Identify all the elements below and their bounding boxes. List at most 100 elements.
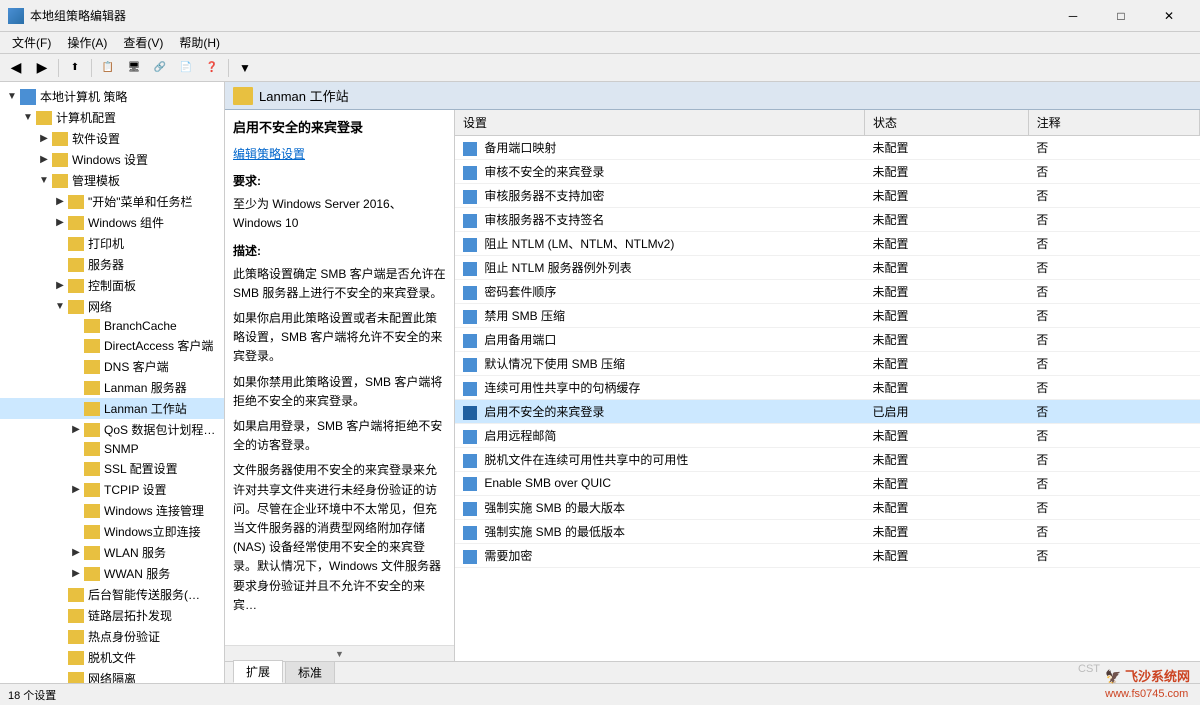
- back-button[interactable]: ◀: [4, 57, 28, 79]
- table-row[interactable]: 启用不安全的来宾登录 已启用 否: [455, 400, 1200, 424]
- menu-help[interactable]: 帮助(H): [171, 32, 228, 53]
- filter-btn[interactable]: ▼: [233, 57, 257, 79]
- tree-windows-conn-mgr[interactable]: Windows 连接管理: [0, 500, 224, 521]
- tree-wwan-toggle[interactable]: ▶: [68, 568, 84, 579]
- table-row[interactable]: 启用远程邮简 未配置 否: [455, 424, 1200, 448]
- minimize-button[interactable]: ─: [1050, 0, 1096, 32]
- properties-btn[interactable]: 📄: [174, 57, 198, 79]
- maximize-button[interactable]: □: [1098, 0, 1144, 32]
- table-row[interactable]: 审核服务器不支持加密 未配置 否: [455, 184, 1200, 208]
- tree-wlan[interactable]: ▶ WLAN 服务: [0, 542, 224, 563]
- col-header-status[interactable]: 状态: [864, 110, 1028, 136]
- tree-root-item[interactable]: ▼ 本地计算机 策略: [0, 86, 224, 107]
- col-header-settings[interactable]: 设置: [455, 110, 864, 136]
- status-bar: 18 个设置: [0, 683, 1200, 705]
- tree-sw-toggle[interactable]: ▶: [36, 133, 52, 144]
- tree-windows-hotspot[interactable]: Windows立即连接: [0, 521, 224, 542]
- tree-tcp-toggle[interactable]: ▶: [68, 484, 84, 495]
- tree-network-isolation[interactable]: 网络隔离: [0, 668, 224, 683]
- tree-snmp[interactable]: SNMP: [0, 440, 224, 458]
- table-row[interactable]: 脱机文件在连续可用性共享中的可用性 未配置 否: [455, 448, 1200, 472]
- tree-wlan-toggle[interactable]: ▶: [68, 547, 84, 558]
- table-row[interactable]: 强制实施 SMB 的最大版本 未配置 否: [455, 496, 1200, 520]
- tree-network[interactable]: ▼ 网络: [0, 296, 224, 317]
- tree-net-label: 网络: [88, 298, 112, 315]
- table-row[interactable]: 需要加密 未配置 否: [455, 544, 1200, 568]
- row-status: 未配置: [864, 208, 1028, 232]
- tree-printer[interactable]: 打印机: [0, 233, 224, 254]
- close-button[interactable]: ✕: [1146, 0, 1192, 32]
- show-hide-btn[interactable]: 📋: [96, 57, 120, 79]
- row-comment: 否: [1028, 160, 1199, 184]
- row-comment: 否: [1028, 256, 1199, 280]
- menu-action[interactable]: 操作(A): [59, 32, 115, 53]
- table-row[interactable]: 阻止 NTLM (LM、NTLM、NTLMv2) 未配置 否: [455, 232, 1200, 256]
- tree-qos[interactable]: ▶ QoS 数据包计划程…: [0, 419, 224, 440]
- settings-panel[interactable]: 设置 状态 注释 备用端口映射 未配置 否 审核不安全的来宾登录 未配置 否 审: [455, 110, 1200, 661]
- table-row[interactable]: Enable SMB over QUIC 未配置 否: [455, 472, 1200, 496]
- table-row[interactable]: 禁用 SMB 压缩 未配置 否: [455, 304, 1200, 328]
- tree-start-menu[interactable]: ▶ "开始"菜单和任务栏: [0, 191, 224, 212]
- menu-view[interactable]: 查看(V): [115, 32, 171, 53]
- tab-expand[interactable]: 扩展: [233, 660, 283, 683]
- tree-lanman-workstation[interactable]: Lanman 工作站: [0, 398, 224, 419]
- tree-cp-toggle[interactable]: ▶: [52, 280, 68, 291]
- tree-ws-toggle[interactable]: ▶: [36, 154, 52, 165]
- tree-pr-icon: [68, 237, 84, 251]
- table-row[interactable]: 启用备用端口 未配置 否: [455, 328, 1200, 352]
- up-button[interactable]: ⬆: [63, 57, 87, 79]
- policy-settings-link[interactable]: 编辑策略设置: [233, 147, 305, 161]
- tree-hotspot-auth[interactable]: 热点身份验证: [0, 626, 224, 647]
- row-icon: [463, 214, 477, 228]
- table-row[interactable]: 密码套件顺序 未配置 否: [455, 280, 1200, 304]
- table-row[interactable]: 强制实施 SMB 的最低版本 未配置 否: [455, 520, 1200, 544]
- col-header-comment[interactable]: 注释: [1028, 110, 1199, 136]
- description-text5: 文件服务器使用不安全的来宾登录来允许对共享文件夹进行未经身份验证的访问。尽管在企…: [233, 461, 446, 615]
- tree-dns-client[interactable]: DNS 客户端: [0, 356, 224, 377]
- tree-comp-toggle[interactable]: ▼: [20, 112, 36, 123]
- tree-control-panel[interactable]: ▶ 控制面板: [0, 275, 224, 296]
- desc-panel: 启用不安全的来宾登录 编辑策略设置 要求: 至少为 Windows Server…: [225, 110, 455, 645]
- tree-branch-cache[interactable]: BranchCache: [0, 317, 224, 335]
- tree-admin-templates[interactable]: ▼ 管理模板: [0, 170, 224, 191]
- tree-sv-label: 服务器: [88, 256, 124, 273]
- link-btn[interactable]: 🔗: [148, 57, 172, 79]
- desc-scroll-down[interactable]: ▼: [225, 645, 454, 661]
- tree-offline-files[interactable]: 脱机文件: [0, 647, 224, 668]
- table-row[interactable]: 审核服务器不支持签名 未配置 否: [455, 208, 1200, 232]
- toolbar-sep-3: [228, 59, 229, 77]
- forward-button[interactable]: ▶: [30, 57, 54, 79]
- tree-lanman-server[interactable]: Lanman 服务器: [0, 377, 224, 398]
- table-row[interactable]: 审核不安全的来宾登录 未配置 否: [455, 160, 1200, 184]
- tree-wwan[interactable]: ▶ WWAN 服务: [0, 563, 224, 584]
- table-row[interactable]: 连续可用性共享中的句柄缓存 未配置 否: [455, 376, 1200, 400]
- tree-software-settings[interactable]: ▶ 软件设置: [0, 128, 224, 149]
- tree-link-layer[interactable]: 链路层拓扑发现: [0, 605, 224, 626]
- table-row[interactable]: 备用端口映射 未配置 否: [455, 136, 1200, 160]
- new-window-btn[interactable]: 🖥: [122, 57, 146, 79]
- tree-server[interactable]: 服务器: [0, 254, 224, 275]
- tree-background-intelli[interactable]: 后台智能传送服务(…: [0, 584, 224, 605]
- row-status: 未配置: [864, 304, 1028, 328]
- tab-standard[interactable]: 标准: [285, 661, 335, 683]
- tree-net-toggle[interactable]: ▼: [52, 301, 68, 312]
- tree-ssl-config[interactable]: SSL 配置设置: [0, 458, 224, 479]
- tree-windows-settings[interactable]: ▶ Windows 设置: [0, 149, 224, 170]
- table-row[interactable]: 阻止 NTLM 服务器例外列表 未配置 否: [455, 256, 1200, 280]
- tree-wc-toggle[interactable]: ▶: [52, 217, 68, 228]
- tree-qos-toggle[interactable]: ▶: [68, 424, 84, 435]
- menu-file[interactable]: 文件(F): [4, 32, 59, 53]
- tree-at-toggle[interactable]: ▼: [36, 175, 52, 186]
- tree-windows-components[interactable]: ▶ Windows 组件: [0, 212, 224, 233]
- table-row[interactable]: 默认情况下使用 SMB 压缩 未配置 否: [455, 352, 1200, 376]
- tree-snmp-label: SNMP: [104, 442, 139, 456]
- help-btn[interactable]: ❓: [200, 57, 224, 79]
- tree-computer-config[interactable]: ▼ 计算机配置: [0, 107, 224, 128]
- tree-cp-icon: [68, 279, 84, 293]
- row-status: 未配置: [864, 328, 1028, 352]
- tree-root-toggle[interactable]: ▼: [4, 91, 20, 102]
- row-icon: [463, 142, 477, 156]
- tree-tcpip[interactable]: ▶ TCPIP 设置: [0, 479, 224, 500]
- tree-sm-toggle[interactable]: ▶: [52, 196, 68, 207]
- tree-direct-access[interactable]: DirectAccess 客户端: [0, 335, 224, 356]
